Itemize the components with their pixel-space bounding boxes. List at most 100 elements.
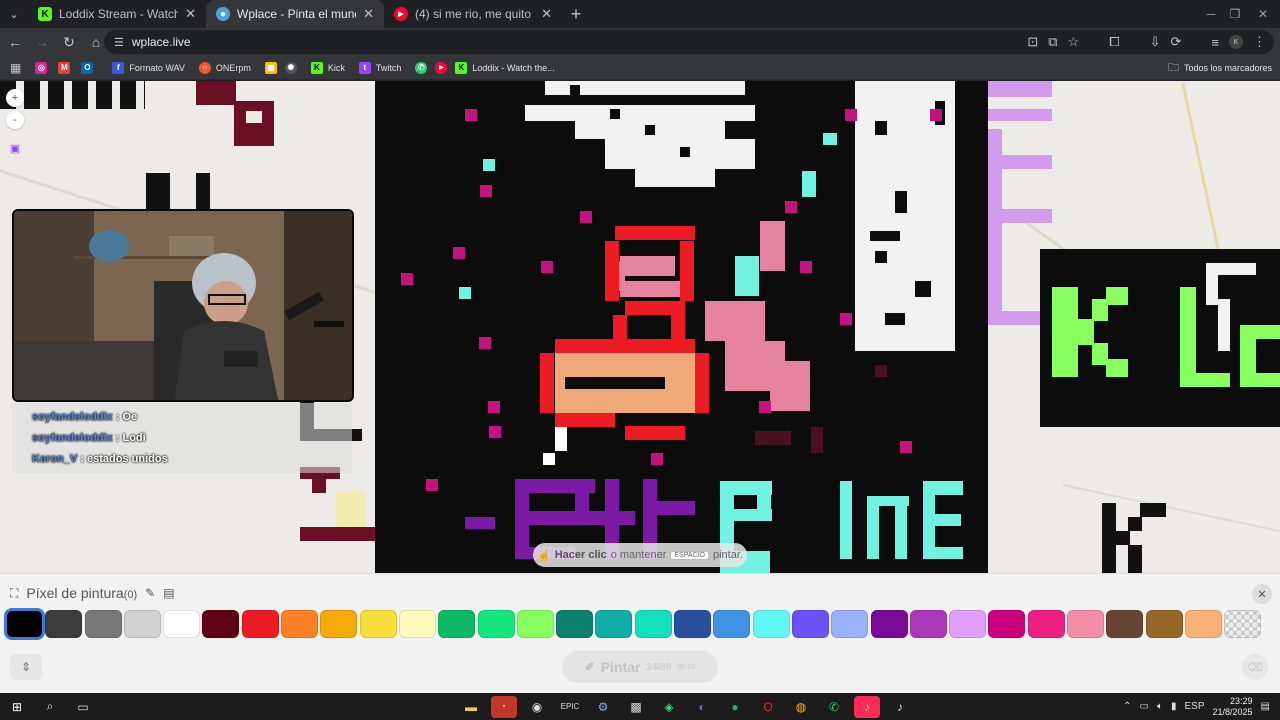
color-swatch[interactable] xyxy=(1027,610,1065,638)
color-swatch[interactable] xyxy=(163,610,201,638)
profile-avatar-icon[interactable]: K xyxy=(1229,35,1243,49)
color-swatch[interactable] xyxy=(477,610,515,638)
bookmark-whatsapp[interactable]: ✆ xyxy=(411,58,431,78)
zoom-in-button[interactable]: + xyxy=(6,89,24,107)
color-swatch[interactable] xyxy=(359,610,397,638)
zoom-out-button[interactable]: - xyxy=(6,111,24,129)
bookmark-gmail[interactable]: M xyxy=(54,58,79,78)
obs-icon[interactable]: ◉ xyxy=(524,696,550,718)
tiktok-active-icon[interactable]: ♪ xyxy=(854,695,880,718)
back-icon[interactable]: ← xyxy=(3,30,27,54)
bookmark-instagram[interactable]: ◎ xyxy=(31,58,56,78)
discord-icon[interactable]: ◐ xyxy=(689,696,715,718)
tab-loddix-stream[interactable]: K Loddix Stream - Watch Live on ✕ xyxy=(28,0,206,28)
new-tab-plus-icon[interactable]: + xyxy=(562,0,590,28)
paint-canvas-map[interactable]: + - ▣ soyfandeloddix: Oe soyfandeloddix… xyxy=(0,81,1280,573)
color-swatch[interactable] xyxy=(634,610,672,638)
close-icon[interactable]: ✕ xyxy=(185,6,196,22)
tiktok-icon[interactable]: ♪ xyxy=(887,696,913,718)
language-indicator[interactable]: ESP xyxy=(1184,701,1204,712)
bookmark-openai[interactable]: ✺ xyxy=(281,58,301,78)
tab-youtube[interactable]: ▶ (4) si me rio, me quito una pre ✕ xyxy=(384,0,562,28)
color-swatch[interactable] xyxy=(713,610,751,638)
more-menu-icon[interactable]: ⋮ xyxy=(1253,34,1266,50)
clipboard-icon[interactable]: ▤ xyxy=(163,586,174,600)
color-swatch[interactable] xyxy=(1184,610,1222,638)
search-icon[interactable]: ⌕ xyxy=(37,696,63,718)
file-explorer-icon[interactable]: ▬ xyxy=(458,696,484,718)
epic-games-icon[interactable]: EPIC xyxy=(557,696,583,718)
color-swatch[interactable] xyxy=(516,610,554,638)
color-swatch[interactable] xyxy=(1224,610,1262,638)
clock[interactable]: 23:29 21/8/2025 xyxy=(1213,696,1253,718)
color-swatch[interactable] xyxy=(202,610,240,638)
color-swatch[interactable] xyxy=(988,610,1026,638)
downloads-icon[interactable]: ⇩ xyxy=(1150,34,1161,50)
color-swatch[interactable] xyxy=(1067,610,1105,638)
app-icon[interactable]: ▪ xyxy=(491,695,517,718)
chevron-up-icon[interactable]: ⌃ xyxy=(1123,701,1131,712)
minecraft-icon[interactable]: ▩ xyxy=(623,696,649,718)
color-swatch[interactable] xyxy=(241,610,279,638)
cast-icon[interactable]: ≡ xyxy=(1211,35,1219,50)
color-swatch[interactable] xyxy=(909,610,947,638)
window-close-icon[interactable]: ✕ xyxy=(1240,0,1280,28)
color-swatch[interactable] xyxy=(281,610,319,638)
all-bookmarks[interactable]: 🗀 Todos los marcadores xyxy=(1168,58,1272,78)
tab-search-chevron-icon[interactable]: ⌄ xyxy=(0,0,28,28)
color-swatch[interactable] xyxy=(870,610,908,638)
forward-icon[interactable]: → xyxy=(30,30,54,54)
color-swatch[interactable] xyxy=(84,610,122,638)
color-swatch[interactable] xyxy=(438,610,476,638)
close-panel-button[interactable]: ✕ xyxy=(1252,584,1272,604)
color-swatch[interactable] xyxy=(949,610,987,638)
bookmark-star-icon[interactable]: ☆ xyxy=(1068,34,1080,50)
pencil-icon[interactable]: ✎ xyxy=(145,586,155,600)
expand-icon[interactable]: ⛶ xyxy=(10,586,18,601)
spotify-icon[interactable]: ● xyxy=(722,696,748,718)
bookmark-formato-wav[interactable]: f Formato WAV xyxy=(108,58,189,78)
opera-icon[interactable]: O xyxy=(755,696,781,718)
mic-icon[interactable]: ▮ xyxy=(1171,701,1177,712)
reload-icon[interactable]: ↻ xyxy=(57,30,81,54)
vpn-icon[interactable]: ◈ xyxy=(656,696,682,718)
steam-icon[interactable]: ⚙ xyxy=(590,696,616,718)
task-view-icon[interactable]: ▭ xyxy=(70,696,96,718)
whatsapp-icon[interactable]: ✆ xyxy=(821,696,847,718)
volume-icon[interactable]: 🔈︎ xyxy=(1157,701,1163,712)
bookmark-twitch[interactable]: t Twitch xyxy=(355,58,406,78)
color-swatch[interactable] xyxy=(4,608,45,640)
apps-grid-icon[interactable]: ▦ xyxy=(6,58,25,78)
bookmark-apps[interactable]: ▦ xyxy=(261,58,281,78)
color-swatch[interactable] xyxy=(398,610,436,638)
color-swatch[interactable] xyxy=(674,610,712,638)
palette-toggle-button[interactable]: ⇕ xyxy=(10,654,42,680)
bookmark-youtube[interactable]: ▶ xyxy=(431,58,451,78)
url-text[interactable]: wplace.live xyxy=(132,35,191,49)
notifications-icon[interactable]: ▤ xyxy=(1261,701,1270,712)
color-swatch[interactable] xyxy=(595,610,633,638)
twitch-icon[interactable]: ▣ xyxy=(6,139,24,157)
bookmark-outlook[interactable]: O xyxy=(77,58,102,78)
eraser-button[interactable]: ⌫ xyxy=(1242,654,1268,680)
color-swatch[interactable] xyxy=(123,610,161,638)
translate-icon[interactable]: ⧉ xyxy=(1048,34,1057,50)
bookmark-kick[interactable]: K Kick xyxy=(307,58,349,78)
install-app-icon[interactable]: ⊡ xyxy=(1027,34,1038,50)
windows-start-icon[interactable]: ⊞ xyxy=(4,696,30,718)
tab-wplace[interactable]: ● Wplace - Pinta el mundo ✕ xyxy=(206,0,384,28)
color-swatch[interactable] xyxy=(320,610,358,638)
bookmark-onerpm[interactable]: ○ ONErpm xyxy=(195,58,255,78)
color-swatch[interactable] xyxy=(791,610,829,638)
color-swatch[interactable] xyxy=(831,610,869,638)
close-icon[interactable]: ✕ xyxy=(541,6,552,22)
paint-button[interactable]: ✐ Pintar 24/89 00:20 xyxy=(562,651,718,683)
color-swatch[interactable] xyxy=(1106,610,1144,638)
extensions-icon[interactable]: ⧠ xyxy=(1109,34,1119,50)
color-swatch[interactable] xyxy=(752,610,790,638)
sync-icon[interactable]: ⟳ xyxy=(1171,34,1182,50)
bookmark-loddix[interactable]: K Loddix - Watch the... xyxy=(451,58,558,78)
close-icon[interactable]: ✕ xyxy=(363,6,374,22)
color-swatch[interactable] xyxy=(1145,610,1183,638)
address-bar[interactable]: ☰ wplace.live ⊡ ⧉ ☆ ⧠ ⇩ ⟳ ≡ K ⋮ xyxy=(104,30,1274,54)
